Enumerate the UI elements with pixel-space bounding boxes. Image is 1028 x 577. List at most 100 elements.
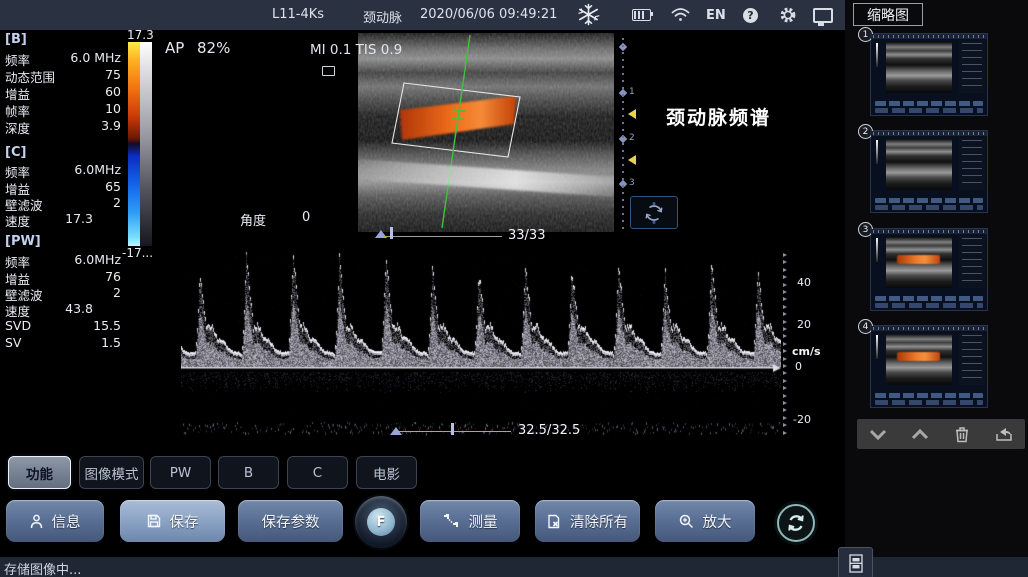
axis-tick — [783, 305, 787, 309]
save-button[interactable]: 保存 — [120, 500, 225, 542]
ruler-dot — [622, 213, 624, 215]
monitor-icon[interactable] — [813, 8, 833, 23]
axis-tick — [783, 290, 787, 294]
thumbnail-1[interactable]: 1 — [870, 33, 988, 116]
axis-tick — [783, 275, 787, 279]
axis-tick-label: 20 — [797, 318, 811, 331]
ruler-dot — [622, 185, 624, 187]
zoom-in-icon — [679, 514, 694, 529]
datetime-label: 2020/06/06 09:49:21 — [420, 7, 557, 22]
ruler-dot — [622, 178, 624, 180]
axis-tick — [783, 416, 787, 420]
status-message: 存储图像中... — [4, 559, 81, 577]
gear-icon[interactable] — [779, 6, 797, 28]
freeze-snowflake-icon[interactable] — [577, 3, 600, 30]
acoustic-power-label: AP — [165, 39, 184, 57]
mi-tis-label: MI 0.1 TIS 0.9 — [310, 42, 402, 58]
velocity-axis-ticks — [783, 253, 789, 435]
axis-tick — [783, 297, 787, 301]
steer-rotate-button[interactable] — [630, 196, 678, 229]
b-mode-header: [B] — [5, 32, 27, 47]
thumbnail-panel: 缩略图 1 2 3 4 — [845, 0, 1028, 577]
axis-tick — [783, 320, 787, 324]
tab-b[interactable]: B — [218, 456, 279, 489]
ruler-dot — [622, 227, 624, 229]
thumbnail-4[interactable]: 4 — [870, 325, 988, 408]
clear-icon — [547, 514, 561, 529]
ruler-number: 1 — [629, 87, 635, 97]
probe-name[interactable]: L11-4Ks — [272, 7, 324, 22]
battery-icon — [632, 9, 651, 21]
scroll-up-button[interactable] — [905, 422, 935, 446]
info-button[interactable]: 信息 — [6, 500, 104, 542]
thumbnail-2[interactable]: 2 — [870, 130, 988, 213]
thumbnail-3[interactable]: 3 — [870, 228, 988, 311]
ruler-dot — [622, 101, 624, 103]
ruler-dot — [622, 206, 624, 208]
thumbnail-toolbar — [857, 419, 1025, 449]
ruler-dot — [622, 150, 624, 152]
axis-tick — [783, 342, 787, 346]
export-thumbnail-button[interactable] — [989, 422, 1019, 446]
scroll-down-button[interactable] — [863, 422, 893, 446]
ruler-dot — [622, 115, 624, 117]
save-button-label: 保存 — [170, 511, 199, 532]
clear-all-label: 清除所有 — [570, 511, 628, 532]
save-params-button[interactable]: 保存参数 — [238, 500, 343, 542]
tab-c[interactable]: C — [287, 456, 348, 489]
ruler-dot — [622, 136, 624, 138]
measure-button[interactable]: 测量 — [420, 500, 520, 542]
ruler-dot — [622, 66, 624, 68]
c-mode-header: [C] — [5, 145, 26, 160]
ruler-dot — [622, 143, 624, 145]
axis-tick — [783, 349, 787, 353]
angle-label: 角度 — [240, 210, 266, 229]
ruler-dot — [622, 199, 624, 201]
ruler-dot — [622, 87, 624, 89]
axis-unit-label: cm/s — [792, 345, 821, 358]
wifi-icon — [671, 7, 690, 26]
axis-tick — [783, 371, 787, 375]
help-icon[interactable]: ? — [743, 8, 758, 23]
language-toggle[interactable]: EN — [706, 8, 726, 23]
axis-tick — [783, 312, 787, 316]
axis-tick-label: -20 — [793, 413, 811, 426]
status-bar: 存储图像中... — [0, 557, 1028, 577]
colorbar-min-label: -17... — [122, 246, 153, 260]
axis-tick — [783, 408, 787, 412]
tab-pw[interactable]: PW — [150, 456, 211, 489]
ruler-dot — [622, 45, 624, 47]
ultrasound-screen: L11-4Ks 颈动脉 2020/06/06 09:49:21 EN ? — [0, 0, 1028, 577]
delete-thumbnail-button[interactable] — [947, 422, 977, 446]
ruler-dot — [622, 164, 624, 166]
axis-tick — [783, 379, 787, 383]
roi-indicator-icon — [322, 66, 335, 76]
tab-function[interactable]: 功能 — [8, 456, 71, 489]
focus-marker-icon[interactable] — [628, 155, 636, 165]
ruler-dot — [622, 157, 624, 159]
ruler-dot — [622, 192, 624, 194]
f-knob[interactable]: F — [355, 496, 407, 548]
tab-image-mode[interactable]: 图像模式 — [79, 456, 144, 489]
ruler-number: 3 — [629, 178, 635, 188]
clear-all-button[interactable]: 清除所有 — [535, 500, 640, 542]
ruler-dot — [622, 73, 624, 75]
axis-tick — [783, 401, 787, 405]
info-button-label: 信息 — [52, 511, 81, 532]
cine-clip-button[interactable] — [838, 547, 873, 577]
axis-tick — [783, 334, 787, 338]
param-row: 速度17.3 — [5, 211, 121, 230]
ruler-dot — [622, 220, 624, 222]
measure-button-label: 测量 — [469, 511, 498, 532]
caliper-icon — [443, 513, 460, 529]
ruler-dot — [622, 122, 624, 124]
zoom-button[interactable]: 放大 — [655, 500, 755, 542]
focus-marker-icon[interactable] — [628, 109, 636, 119]
acoustic-power-value: 82% — [197, 39, 230, 57]
axis-tick — [783, 423, 787, 427]
f-knob-label: F — [367, 508, 395, 536]
update-refresh-button[interactable] — [777, 504, 815, 542]
exam-preset[interactable]: 颈动脉 — [363, 7, 402, 26]
tab-cine[interactable]: 电影 — [356, 456, 417, 489]
b-mode-image[interactable] — [358, 33, 614, 232]
